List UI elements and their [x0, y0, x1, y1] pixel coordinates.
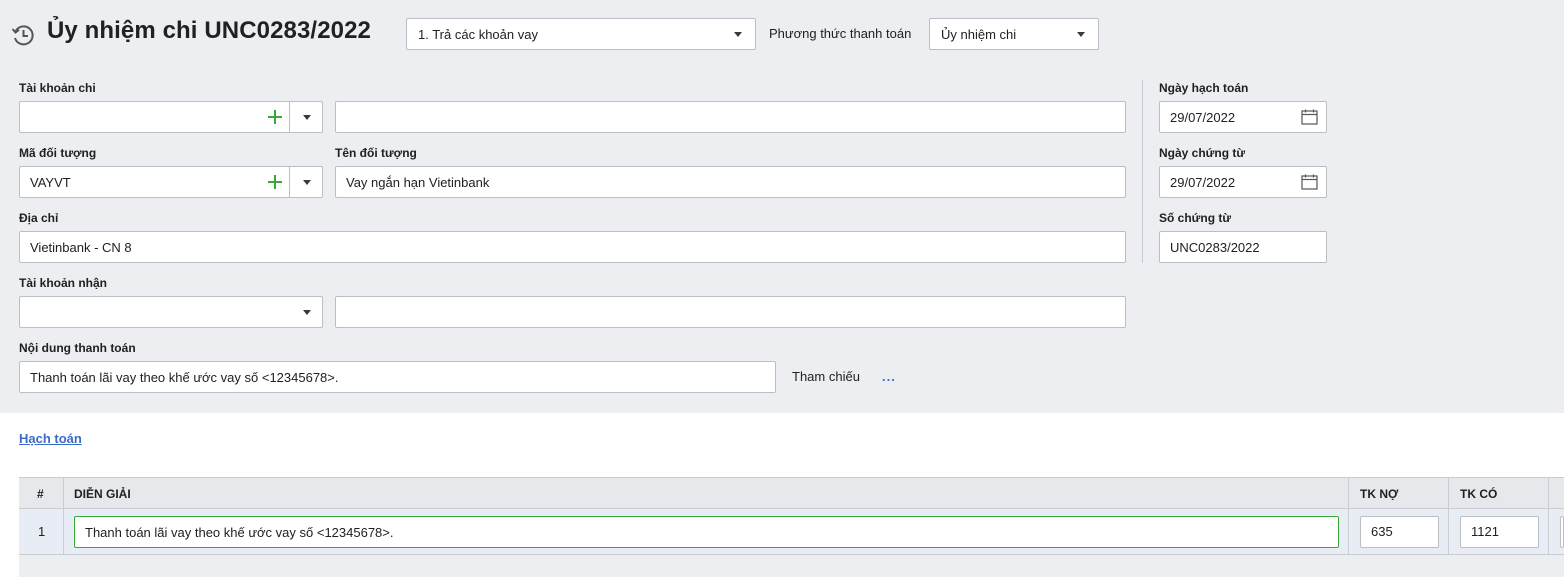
combo-divider: [289, 102, 290, 132]
posting-date-label: Ngày hạch toán: [1159, 81, 1249, 95]
receive-account-bank-field[interactable]: [335, 296, 1126, 328]
posting-date-value: 29/07/2022: [1170, 110, 1236, 125]
accounting-grid: # DIỄN GIẢI TK NỢ TK CÓ 1 Thanh toán lãi…: [19, 477, 1564, 577]
calendar-icon[interactable]: [1301, 109, 1318, 125]
voucher-date-picker[interactable]: 29/07/2022: [1159, 166, 1327, 198]
row-debit-input[interactable]: 635: [1360, 516, 1439, 548]
combo-divider: [289, 167, 290, 197]
column-divider: [1448, 478, 1449, 508]
column-divider: [63, 478, 64, 508]
column-divider: [1548, 478, 1549, 508]
column-header-credit[interactable]: TK CÓ: [1460, 487, 1497, 501]
address-value: Vietinbank - CN 8: [30, 240, 132, 255]
page-title: Ủy nhiệm chi UNC0283/2022: [47, 17, 371, 44]
object-code-label: Mã đối tượng: [19, 146, 97, 160]
chevron-down-icon[interactable]: [303, 115, 311, 120]
payment-method-value: Ủy nhiệm chi: [941, 27, 1017, 42]
payment-content-value: Thanh toán lãi vay theo khế ước vay số <…: [30, 370, 339, 385]
row-description-value: Thanh toán lãi vay theo khế ước vay số <…: [85, 525, 394, 540]
object-name-value: Vay ngắn hạn Vietinbank: [346, 175, 490, 190]
payment-method-select[interactable]: Ủy nhiệm chi: [929, 18, 1099, 50]
plus-icon[interactable]: [268, 175, 282, 189]
column-header-description[interactable]: DIỄN GIẢI: [74, 487, 131, 501]
chevron-down-icon[interactable]: [1077, 32, 1085, 37]
reference-label: Tham chiếu: [792, 369, 860, 384]
payment-content-label: Nội dung thanh toán: [19, 341, 136, 355]
purpose-select[interactable]: 1. Trả các khoản vay: [406, 18, 756, 50]
grid-header: # DIỄN GIẢI TK NỢ TK CÓ: [19, 477, 1564, 509]
pay-account-bank-field[interactable]: [335, 101, 1126, 133]
payment-method-label: Phương thức thanh toán: [769, 26, 912, 41]
column-divider: [1348, 509, 1349, 554]
object-name-field[interactable]: Vay ngắn hạn Vietinbank: [335, 166, 1126, 198]
object-code-combo[interactable]: VAYVT: [19, 166, 323, 198]
row-next-cell-input[interactable]: [1560, 516, 1564, 548]
row-credit-input[interactable]: 1121: [1460, 516, 1539, 548]
pay-account-combo[interactable]: [19, 101, 323, 133]
voucher-date-value: 29/07/2022: [1170, 175, 1236, 190]
row-description-input[interactable]: Thanh toán lãi vay theo khế ước vay số <…: [74, 516, 1339, 548]
voucher-no-value: UNC0283/2022: [1170, 240, 1260, 255]
reference-more-button[interactable]: ...: [882, 369, 896, 384]
chevron-down-icon[interactable]: [303, 180, 311, 185]
address-field[interactable]: Vietinbank - CN 8: [19, 231, 1126, 263]
object-name-label: Tên đối tượng: [335, 146, 417, 160]
voucher-header-panel: Ủy nhiệm chi UNC0283/2022 1. Trả các kho…: [0, 0, 1564, 413]
object-code-value: VAYVT: [30, 175, 71, 190]
table-row[interactable]: 1 Thanh toán lãi vay theo khế ước vay số…: [19, 509, 1564, 555]
voucher-date-label: Ngày chứng từ: [1159, 146, 1246, 160]
calendar-icon[interactable]: [1301, 174, 1318, 190]
column-divider: [1548, 509, 1549, 554]
column-header-index: #: [37, 487, 44, 501]
column-divider: [1142, 80, 1143, 263]
row-index: 1: [38, 524, 46, 539]
row-credit-value: 1121: [1471, 524, 1499, 539]
posting-date-picker[interactable]: 29/07/2022: [1159, 101, 1327, 133]
row-debit-value: 635: [1371, 524, 1393, 539]
column-divider: [63, 509, 64, 554]
history-icon[interactable]: [10, 22, 36, 48]
voucher-no-field[interactable]: UNC0283/2022: [1159, 231, 1327, 263]
voucher-no-label: Số chứng từ: [1159, 211, 1232, 225]
chevron-down-icon[interactable]: [734, 32, 742, 37]
chevron-down-icon[interactable]: [303, 310, 311, 315]
payment-content-field[interactable]: Thanh toán lãi vay theo khế ước vay số <…: [19, 361, 776, 393]
column-header-debit[interactable]: TK NỢ: [1360, 487, 1398, 501]
receive-account-select[interactable]: [19, 296, 323, 328]
tab-accounting[interactable]: Hạch toán: [19, 431, 82, 446]
pay-account-label: Tài khoản chi: [19, 81, 96, 95]
purpose-select-value: 1. Trả các khoản vay: [418, 27, 538, 42]
plus-icon[interactable]: [268, 110, 282, 124]
address-label: Địa chỉ: [19, 211, 59, 225]
column-divider: [1348, 478, 1349, 508]
column-divider: [1448, 509, 1449, 554]
receive-account-label: Tài khoản nhận: [19, 276, 108, 290]
